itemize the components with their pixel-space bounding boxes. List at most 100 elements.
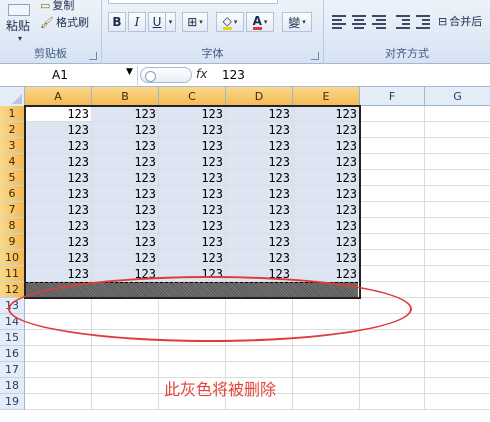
row-header-2[interactable]: 2 <box>0 122 25 138</box>
cell-e2[interactable]: 123 <box>293 122 360 138</box>
row-header-19[interactable]: 19 <box>0 394 25 410</box>
cell-a2[interactable]: 123 <box>25 122 92 138</box>
align-center-button[interactable] <box>350 13 368 31</box>
cell-d7[interactable]: 123 <box>226 202 293 218</box>
cell-d5[interactable]: 123 <box>226 170 293 186</box>
cell-g13[interactable] <box>425 298 490 314</box>
cell-b10[interactable]: 123 <box>92 250 159 266</box>
cell-d3[interactable]: 123 <box>226 138 293 154</box>
cell-g11[interactable] <box>425 266 490 282</box>
cell-a8[interactable]: 123 <box>25 218 92 234</box>
cell-c4[interactable]: 123 <box>159 154 226 170</box>
cell-e4[interactable]: 123 <box>293 154 360 170</box>
cell-b5[interactable]: 123 <box>92 170 159 186</box>
cell-g1[interactable] <box>425 106 490 122</box>
cell-b8[interactable]: 123 <box>92 218 159 234</box>
cell-b1[interactable]: 123 <box>92 106 159 122</box>
cell-e9[interactable]: 123 <box>293 234 360 250</box>
cell-g14[interactable] <box>425 314 490 330</box>
row-header-8[interactable]: 8 <box>0 218 25 234</box>
cell-g10[interactable] <box>425 250 490 266</box>
cell-b4[interactable]: 123 <box>92 154 159 170</box>
cell-e19[interactable] <box>293 394 360 410</box>
cell-c1[interactable]: 123 <box>159 106 226 122</box>
cell-e7[interactable]: 123 <box>293 202 360 218</box>
cell-c6[interactable]: 123 <box>159 186 226 202</box>
font-color-button[interactable]: A ▾ <box>246 12 274 32</box>
cell-f1[interactable] <box>360 106 425 122</box>
cell-b2[interactable]: 123 <box>92 122 159 138</box>
cell-d16[interactable] <box>226 346 293 362</box>
cell-a4[interactable]: 123 <box>25 154 92 170</box>
row-header-10[interactable]: 10 <box>0 250 25 266</box>
paste-dropdown-icon[interactable]: ▾ <box>6 34 34 43</box>
column-header-c[interactable]: C <box>159 87 226 106</box>
underline-button[interactable]: U <box>148 12 166 32</box>
merge-center-button[interactable]: ⊟ 合并后 <box>438 13 482 29</box>
cell-f10[interactable] <box>360 250 425 266</box>
cell-g5[interactable] <box>425 170 490 186</box>
align-right-button[interactable] <box>370 13 388 31</box>
phonetic-button[interactable]: 變 ▾ <box>282 12 312 32</box>
name-box-dropdown-icon[interactable]: ▼ <box>126 67 133 77</box>
row-header-12[interactable]: 12 <box>0 282 25 298</box>
column-header-e[interactable]: E <box>293 87 360 106</box>
clipboard-launcher-icon[interactable] <box>89 52 97 60</box>
row-header-1[interactable]: 1 <box>0 106 25 122</box>
row-header-3[interactable]: 3 <box>0 138 25 154</box>
cell-a1[interactable]: 123 <box>25 106 92 122</box>
column-header-a[interactable]: A <box>25 87 92 106</box>
insert-function-button[interactable]: fx <box>196 67 207 81</box>
cell-g17[interactable] <box>425 362 490 378</box>
bold-button[interactable]: B <box>108 12 126 32</box>
cell-g16[interactable] <box>425 346 490 362</box>
cell-c2[interactable]: 123 <box>159 122 226 138</box>
cell-a11[interactable]: 123 <box>25 266 92 282</box>
cell-c3[interactable]: 123 <box>159 138 226 154</box>
cell-e5[interactable]: 123 <box>293 170 360 186</box>
underline-dropdown-icon[interactable]: ▾ <box>166 12 176 32</box>
column-header-d[interactable]: D <box>226 87 293 106</box>
cell-c9[interactable]: 123 <box>159 234 226 250</box>
cell-g18[interactable] <box>425 378 490 394</box>
cell-f15[interactable] <box>360 330 425 346</box>
copy-button[interactable]: ▭ 复制 <box>40 0 74 13</box>
cell-e6[interactable]: 123 <box>293 186 360 202</box>
row-header-15[interactable]: 15 <box>0 330 25 346</box>
row-header-4[interactable]: 4 <box>0 154 25 170</box>
cell-a10[interactable]: 123 <box>25 250 92 266</box>
cell-f18[interactable] <box>360 378 425 394</box>
cell-b7[interactable]: 123 <box>92 202 159 218</box>
cell-g4[interactable] <box>425 154 490 170</box>
cell-f19[interactable] <box>360 394 425 410</box>
cell-c5[interactable]: 123 <box>159 170 226 186</box>
cell-g2[interactable] <box>425 122 490 138</box>
cell-g3[interactable] <box>425 138 490 154</box>
cell-b16[interactable] <box>92 346 159 362</box>
border-button[interactable]: ⊞ ▾ <box>182 12 208 32</box>
cell-b17[interactable] <box>92 362 159 378</box>
cell-e8[interactable]: 123 <box>293 218 360 234</box>
cell-e17[interactable] <box>293 362 360 378</box>
cell-a6[interactable]: 123 <box>25 186 92 202</box>
cell-f17[interactable] <box>360 362 425 378</box>
cell-d10[interactable]: 123 <box>226 250 293 266</box>
cell-f3[interactable] <box>360 138 425 154</box>
column-header-f[interactable]: F <box>360 87 425 106</box>
font-launcher-icon[interactable] <box>311 52 319 60</box>
column-header-b[interactable]: B <box>92 87 159 106</box>
font-name-box[interactable] <box>108 0 278 4</box>
cell-f8[interactable] <box>360 218 425 234</box>
cell-g12[interactable] <box>425 282 490 298</box>
cell-b19[interactable] <box>92 394 159 410</box>
row-header-7[interactable]: 7 <box>0 202 25 218</box>
format-painter-button[interactable]: 🖌 格式刷 <box>40 14 89 30</box>
formula-input[interactable]: 123 <box>222 68 245 82</box>
cell-a17[interactable] <box>25 362 92 378</box>
worksheet-grid[interactable]: A B C D E F G 1 123 123 123 123 123 2 123 123 123 123 123 3… <box>0 87 490 422</box>
cell-e16[interactable] <box>293 346 360 362</box>
row-header-5[interactable]: 5 <box>0 170 25 186</box>
cell-a9[interactable]: 123 <box>25 234 92 250</box>
select-all-button[interactable] <box>0 87 25 106</box>
cell-g8[interactable] <box>425 218 490 234</box>
